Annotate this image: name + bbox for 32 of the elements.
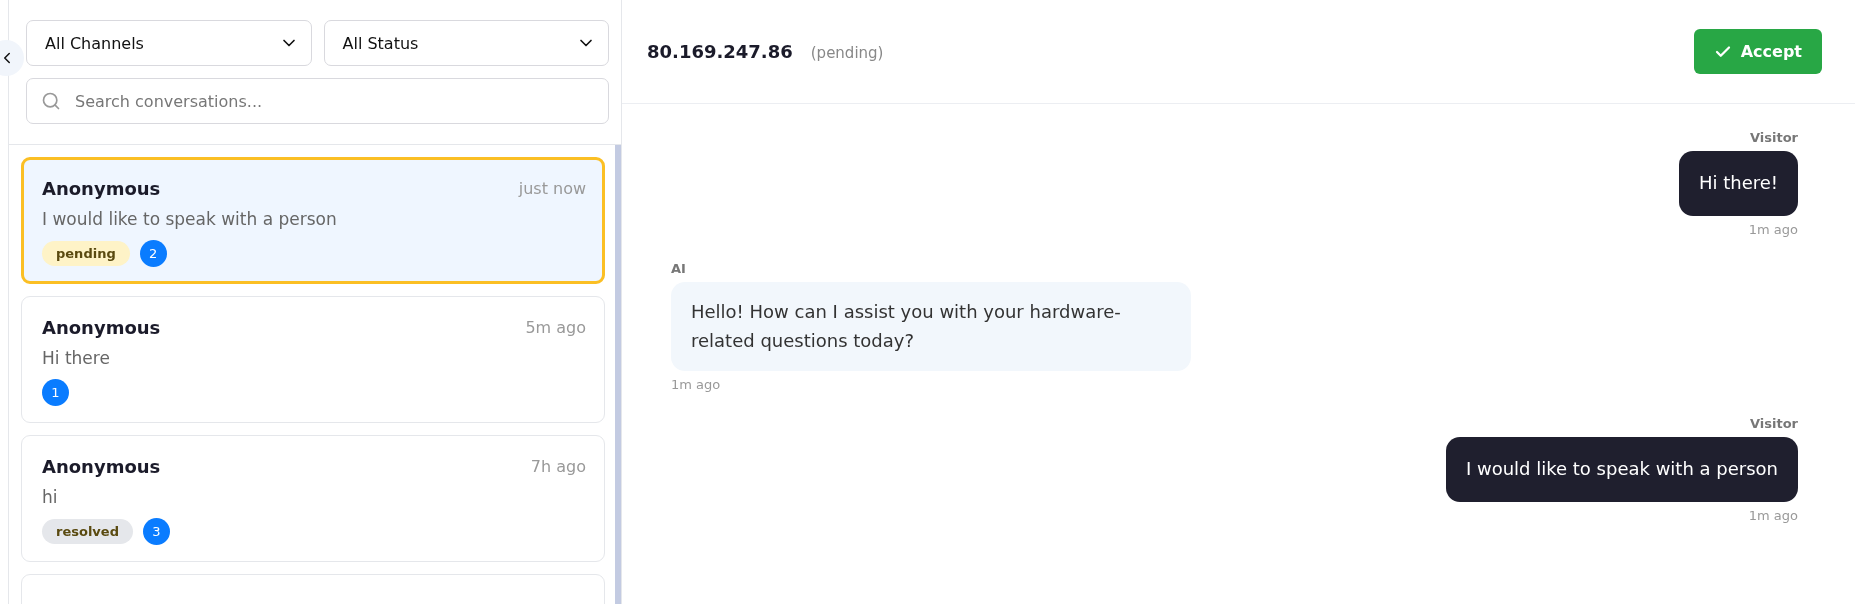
- message-time: 1m ago: [1748, 221, 1798, 237]
- contact-name: Anonymous: [42, 178, 161, 199]
- status-tag: pending: [42, 240, 130, 266]
- message-preview: Hi there: [42, 348, 111, 368]
- contact-name: Anonymous: [42, 456, 161, 477]
- filter-select[interactable]: All Status: [323, 20, 609, 66]
- timestamp: just now: [518, 179, 586, 198]
- conversation-card[interactable]: Anonymous 5m ago Hi there 1: [21, 296, 605, 423]
- message-time: 1m ago: [1748, 508, 1798, 524]
- conversation-card[interactable]: Anonymous 7h ago hi resolved 3: [21, 435, 605, 562]
- message-preview: hi: [42, 487, 59, 507]
- timestamp: 7h ago: [530, 457, 586, 476]
- unread-count: 3: [142, 517, 170, 545]
- conversation-card[interactable]: Anonymous just now I would like to speak with a person pending 2: [21, 157, 605, 284]
- chat-status: (pending): [810, 44, 884, 62]
- status-tag: resolved: [42, 518, 133, 544]
- contact-name: Anonymous: [42, 317, 161, 338]
- sender-label: AI: [671, 260, 686, 276]
- sender-label: Visitor: [1749, 416, 1798, 432]
- filter-select[interactable]: All Channels: [26, 20, 312, 66]
- message-bubble: I would like to speak with a person: [1445, 437, 1798, 503]
- chat-title: 80.169.247.86: [647, 41, 793, 62]
- message-bubble: Hi there!: [1678, 151, 1798, 216]
- message-bubble: Hello! How can I assist you with your hardware-related questions today?: [671, 281, 1191, 372]
- search-field[interactable]: Search conversations...: [26, 78, 609, 124]
- sender-label: Visitor: [1749, 130, 1798, 145]
- unread-count: 2: [139, 239, 167, 267]
- message-time: 1m ago: [671, 377, 721, 393]
- message-preview: I would like to speak with a person: [42, 209, 338, 229]
- search-input[interactable]: Search conversations...: [73, 90, 594, 112]
- unread-count: 1: [42, 378, 69, 406]
- timestamp: 5m ago: [525, 318, 586, 337]
